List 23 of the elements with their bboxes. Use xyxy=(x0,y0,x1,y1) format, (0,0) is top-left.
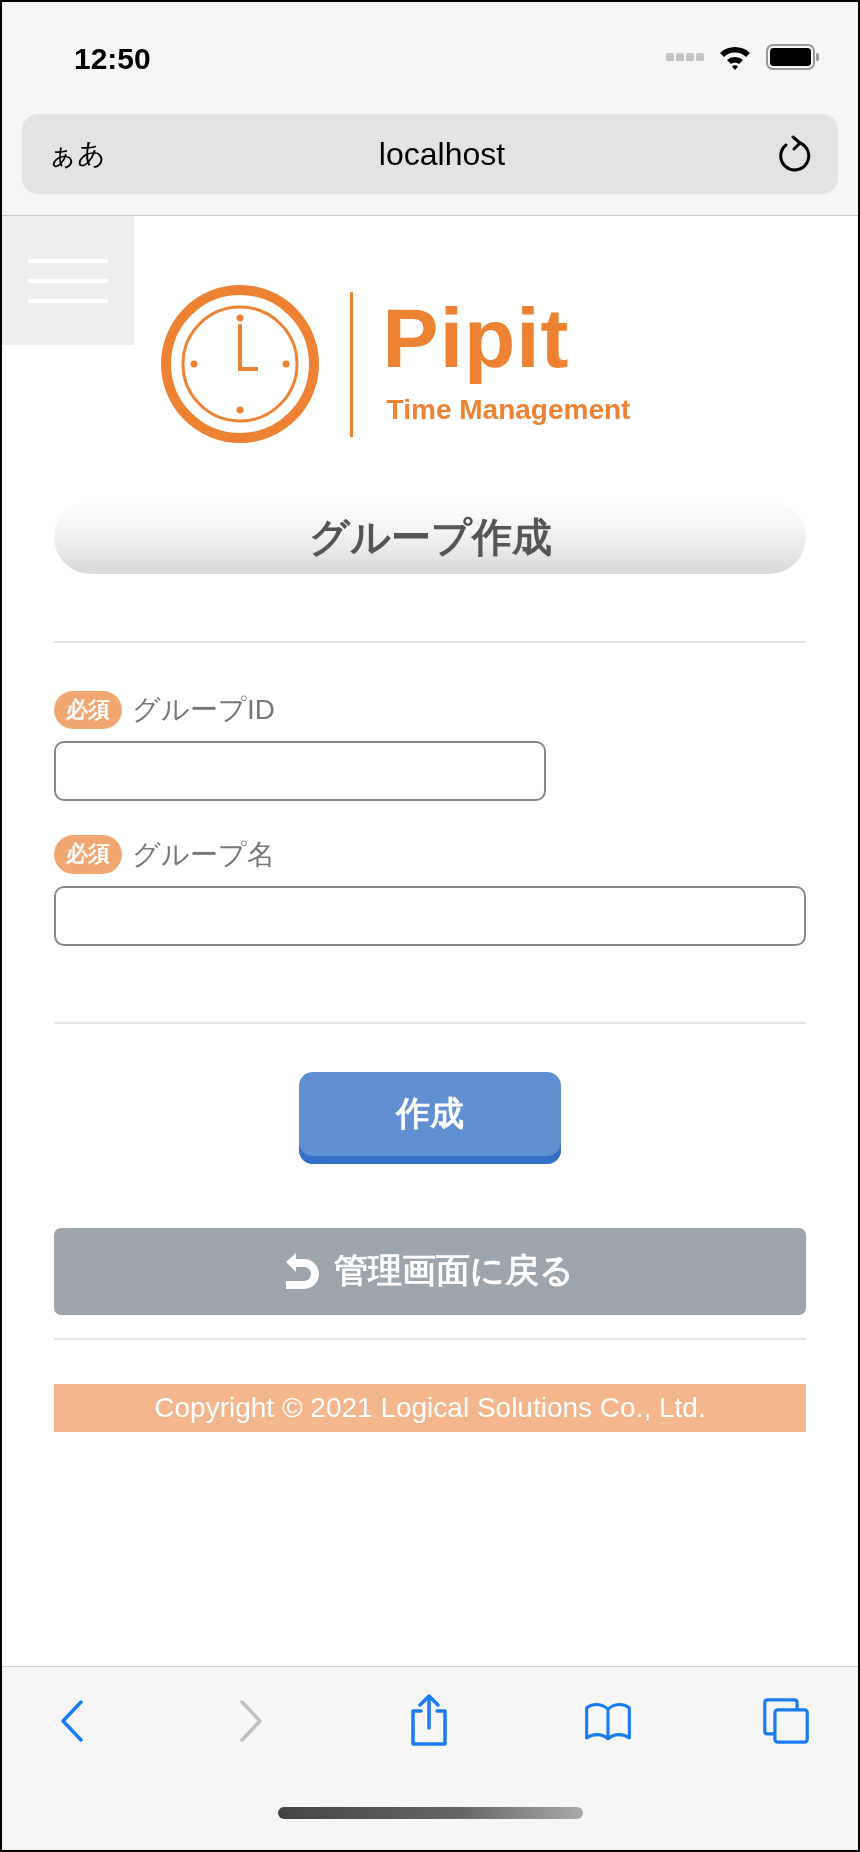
address-bar[interactable]: ぁあ localhost xyxy=(22,114,838,194)
tabs-button[interactable] xyxy=(762,1695,810,1747)
logo-tagline: Time Management xyxy=(386,394,631,426)
text-size-button[interactable]: ぁあ xyxy=(48,135,106,173)
signal-icon xyxy=(666,53,704,61)
copyright-text: Copyright © 2021 Logical Solutions Co., Ltd. xyxy=(54,1383,806,1432)
status-time: 12:50 xyxy=(74,41,151,76)
page-title: グループ作成 xyxy=(308,513,552,561)
required-badge: 必須 xyxy=(54,691,122,730)
forward-icon xyxy=(238,1700,263,1742)
back-icon xyxy=(60,1700,84,1742)
field-label: グループID xyxy=(132,693,275,728)
return-arrow-icon xyxy=(286,1253,322,1290)
wifi-icon xyxy=(718,44,752,70)
text-input[interactable] xyxy=(54,885,806,946)
reload-icon[interactable] xyxy=(778,135,812,173)
tabs-icon xyxy=(762,1695,810,1747)
text-input[interactable] xyxy=(54,741,546,802)
url-text: localhost xyxy=(378,135,506,173)
battery-icon xyxy=(766,44,820,70)
clock-icon xyxy=(159,284,320,444)
field-label: グループ名 xyxy=(132,837,275,872)
required-badge: 必須 xyxy=(54,835,122,874)
